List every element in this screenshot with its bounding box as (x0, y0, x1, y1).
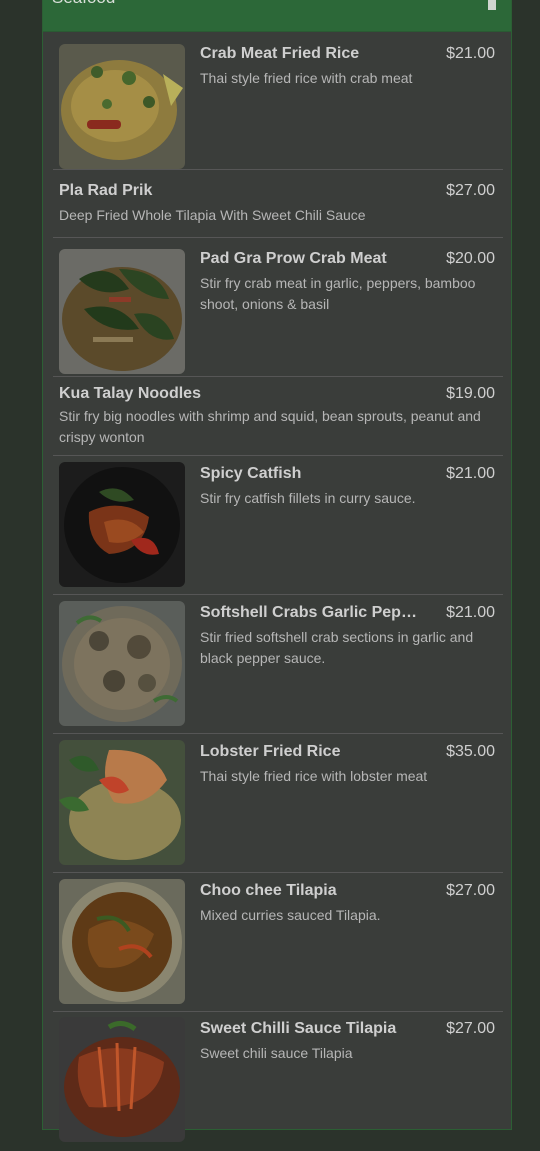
dish-name: Spicy Catfish (200, 465, 302, 482)
menu-item[interactable]: Kua Talay Noodles $19.00 Stir fry big no… (53, 377, 503, 456)
dish-name: Choo chee Tilapia (200, 882, 337, 899)
dish-photo[interactable] (59, 601, 185, 726)
dish-name: Pad Gra Prow Crab Meat (200, 250, 387, 267)
dish-price: $35.00 (446, 743, 495, 760)
menu-item[interactable]: Pla Rad Prik $27.00 Deep Fried Whole Til… (53, 170, 503, 238)
dish-photo[interactable] (59, 1017, 185, 1142)
dish-name: Kua Talay Noodles (59, 385, 201, 402)
menu-item[interactable]: Choo chee Tilapia $27.00 Mixed curries s… (53, 873, 503, 1012)
dish-name: Sweet Chilli Sauce Tilapia (200, 1020, 397, 1037)
arrow-up-icon[interactable] (481, 0, 503, 11)
dish-photo[interactable] (59, 462, 185, 587)
dish-price: $19.00 (446, 385, 495, 402)
dish-price: $27.00 (446, 182, 495, 199)
dish-price: $27.00 (446, 1020, 495, 1037)
dish-name: Lobster Fried Rice (200, 743, 341, 760)
dish-photo[interactable] (59, 249, 185, 374)
menu-item[interactable]: Crab Meat Fried Rice $21.00 Thai style f… (53, 33, 503, 170)
menu-item-list: Crab Meat Fried Rice $21.00 Thai style f… (53, 33, 503, 1151)
dish-name: Softshell Crabs Garlic Pepper (200, 604, 418, 621)
menu-item[interactable]: Softshell Crabs Garlic Pepper $21.00 Sti… (53, 595, 503, 734)
section-title: Seafood (52, 0, 115, 8)
menu-item[interactable]: Sweet Chilli Sauce Tilapia $27.00 Sweet … (53, 1012, 503, 1151)
seafood-panel: Seafood Crab Meat Fried Rice (42, 0, 512, 1142)
dish-description: Thai style fried rice with crab meat (200, 70, 413, 86)
dish-description: Stir fry crab meat in garlic, peppers, b… (200, 275, 476, 312)
dish-photo[interactable] (59, 740, 185, 865)
dish-name: Crab Meat Fried Rice (200, 45, 360, 62)
dish-description: Sweet chili sauce Tilapia (200, 1045, 353, 1061)
panel-header: Seafood (43, 0, 511, 32)
dish-description: Stir fry big noodles with shrimp and squ… (59, 408, 481, 445)
dish-price: $21.00 (446, 45, 495, 62)
dish-name: Pla Rad Prik (59, 182, 153, 199)
dish-description: Thai style fried rice with lobster meat (200, 768, 428, 784)
menu-item[interactable]: Pad Gra Prow Crab Meat $20.00 Stir fry c… (53, 238, 503, 377)
dish-photo[interactable] (59, 879, 185, 1004)
dish-price: $27.00 (446, 882, 495, 899)
dish-price: $20.00 (446, 250, 495, 267)
dish-description: Deep Fried Whole Tilapia With Sweet Chil… (59, 207, 366, 223)
dish-price: $21.00 (446, 604, 495, 621)
dish-description: Stir fried softshell crab sections in ga… (200, 629, 474, 666)
dish-description: Mixed curries sauced Tilapia. (200, 907, 381, 923)
dish-description: Stir fry catfish fillets in curry sauce. (200, 490, 416, 506)
dish-price: $21.00 (446, 465, 495, 482)
menu-item[interactable]: Lobster Fried Rice $35.00 Thai style fri… (53, 734, 503, 873)
menu-item[interactable]: Spicy Catfish $21.00 Stir fry catfish fi… (53, 456, 503, 595)
dish-photo[interactable] (59, 44, 185, 169)
